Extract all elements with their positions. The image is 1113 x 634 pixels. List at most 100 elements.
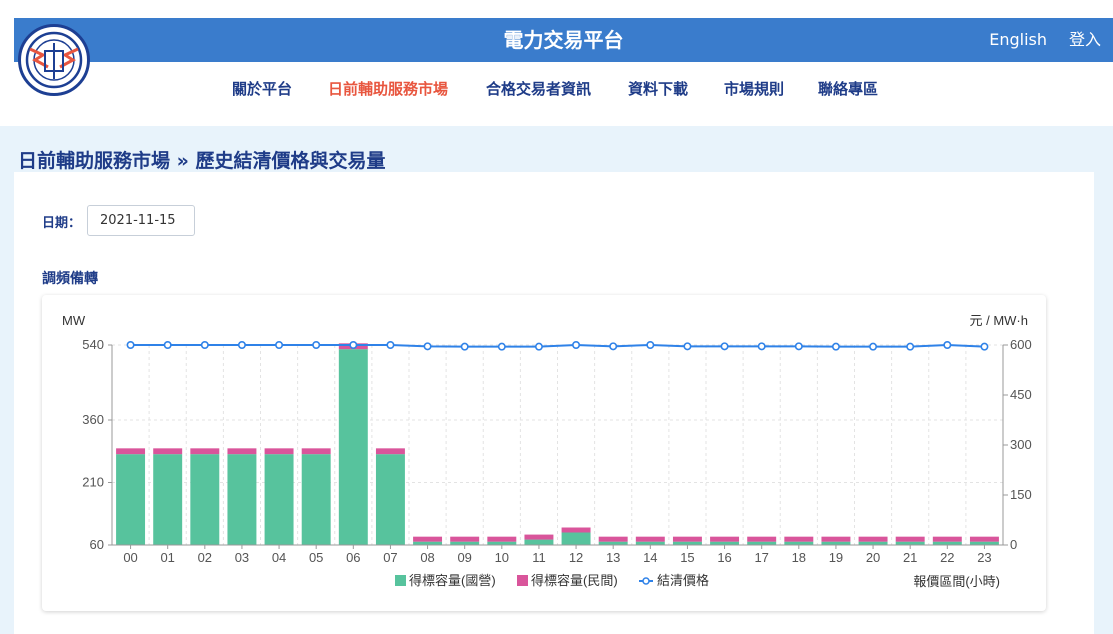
bar-private [301,448,331,455]
price-point [831,342,840,351]
x-tick-label: 09 [457,550,471,565]
nav-item-contact[interactable]: 聯絡專區 [818,78,878,99]
price-point [423,342,432,351]
bar-state-owned [524,539,554,545]
bar-private [710,536,740,542]
bar-private [784,536,814,542]
date-picker-input[interactable]: 2021-11-15 [87,205,195,236]
nav-item-qualified-traders[interactable]: 合格交易者資訊 [486,78,591,99]
nav-item-market-rules[interactable]: 市場規則 [724,78,784,99]
login-link[interactable]: 登入 [1069,18,1101,62]
x-tick-label: 21 [903,550,917,565]
x-tick-label: 04 [272,550,286,565]
nav-item-data-download[interactable]: 資料下載 [628,78,688,99]
y2-tick-label: 600 [1010,337,1032,352]
bar-private [672,536,702,542]
price-point [275,340,284,349]
price-point [906,342,915,351]
x-tick-label: 17 [754,550,768,565]
bar-state-owned [338,349,368,545]
x-tick-label: 02 [198,550,212,565]
price-point [572,340,581,349]
price-point [720,342,729,351]
price-point [609,342,618,351]
x-tick-label: 20 [866,550,880,565]
nav-item-about[interactable]: 關於平台 [232,78,292,99]
bar-private [895,536,925,542]
y2-tick-label: 0 [1010,537,1017,552]
bar-state-owned [301,454,331,545]
x-tick-label: 11 [532,550,546,565]
x-tick-label: 19 [829,550,843,565]
bar-private [561,527,591,533]
legend-label-private: 得標容量(民間) [531,573,618,588]
x-tick-label: 23 [977,550,991,565]
x-tick-label: 13 [606,550,620,565]
price-point [869,342,878,351]
bar-state-owned [116,454,146,545]
price-point [497,342,506,351]
price-point [460,342,469,351]
date-label: 日期： [42,216,82,231]
bar-state-owned [561,532,591,545]
bar-private [375,448,405,455]
price-point [386,340,395,349]
bar-private [821,536,851,542]
chart-svg: MW 元 / MW·h 報價區間(小時) 6021036054001503004… [62,313,1032,589]
price-point [943,340,952,349]
x-tick-label: 08 [420,550,434,565]
y-tick-label: 60 [90,537,104,552]
bar-private [450,536,480,542]
bar-state-owned [375,454,405,545]
y2-tick-label: 150 [1010,487,1032,502]
price-point [237,340,246,349]
y-tick-label: 210 [82,475,104,490]
legend-label-price: 結清價格 [657,573,709,588]
y-tick-label: 360 [82,412,104,427]
chart-legend: 得標容量(國營) 得標容量(民間) 結清價格 [395,573,709,588]
x-tick-label: 15 [680,550,694,565]
legend-swatch-private [517,575,528,586]
nav-item-day-ahead-market[interactable]: 日前輔助服務市場 [328,78,448,99]
bar-private [264,448,294,455]
bar-state-owned [227,454,257,545]
y2-tick-label: 450 [1010,387,1032,402]
bar-private [116,448,146,455]
price-point [200,340,209,349]
bar-private [524,534,554,540]
bar-private [413,536,443,542]
bar-private [227,448,257,455]
x-tick-label: 07 [383,550,397,565]
main-nav: 關於平台 日前輔助服務市場 合格交易者資訊 資料下載 市場規則 聯絡專區 [0,78,1113,102]
site-title: 電力交易平台 [503,28,624,52]
x-axis-title: 報價區間(小時) [913,574,1000,589]
bar-private [190,448,220,455]
price-point [794,342,803,351]
bar-state-owned [190,454,220,545]
bar-private [635,536,665,542]
y2-tick-label: 300 [1010,437,1032,452]
x-tick-label: 16 [717,550,731,565]
x-tick-label: 18 [792,550,806,565]
y-axis-title: MW [62,313,86,328]
page-title: 日前輔助服務市場 » 歷史結清價格與交易量 [18,150,386,172]
bar-private [487,536,517,542]
bar-private [747,536,777,542]
price-point [312,340,321,349]
bar-private [969,536,999,542]
bar-private [932,536,962,542]
price-point [757,342,766,351]
price-point [980,342,989,351]
bar-private [858,536,888,542]
english-link[interactable]: English [989,18,1047,62]
legend-label-state-owned: 得標容量(國營) [409,573,496,588]
price-point [646,340,655,349]
x-tick-label: 22 [940,550,954,565]
chart-container: MW 元 / MW·h 報價區間(小時) 60 210 360 540 0 150 300 4… [42,295,1046,611]
x-tick-label: 05 [309,550,323,565]
bar-state-owned [153,454,183,545]
x-tick-label: 14 [643,550,657,565]
y2-axis-title: 元 / MW·h [970,313,1029,328]
header-bar: 電力交易平台 English 登入 [14,18,1113,62]
price-point [349,340,358,349]
